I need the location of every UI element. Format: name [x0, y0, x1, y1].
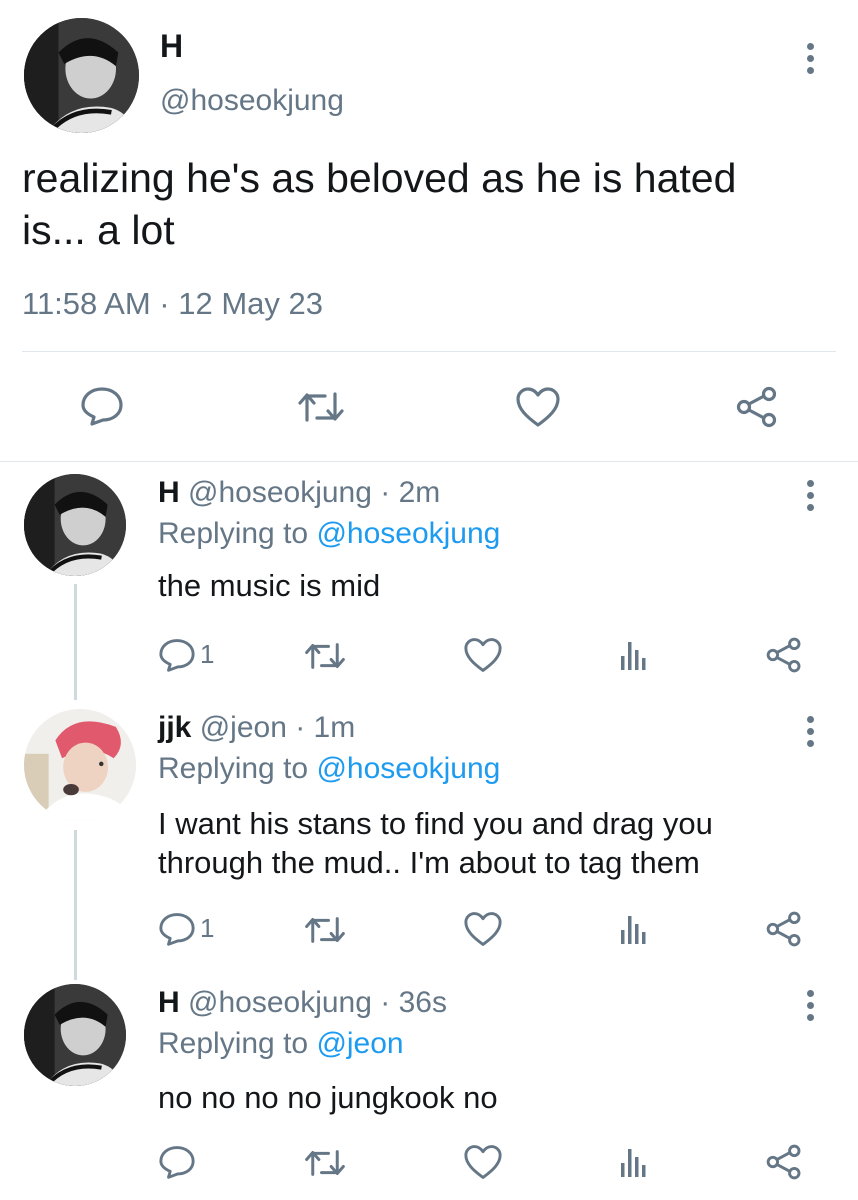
- replying-to-line: Replying to @hoseokjung: [158, 752, 500, 786]
- share-icon[interactable]: [735, 386, 779, 428]
- reply-handle[interactable]: @hoseokjung: [188, 476, 372, 509]
- retweet-icon[interactable]: [304, 914, 346, 946]
- reply-avatar[interactable]: [24, 709, 136, 821]
- reply-handle[interactable]: @jeon: [200, 711, 287, 744]
- analytics-bars-icon[interactable]: [619, 1145, 649, 1179]
- heart-icon[interactable]: [515, 386, 561, 428]
- more-vertical-icon[interactable]: [800, 43, 820, 74]
- main-display-name[interactable]: H: [160, 28, 183, 65]
- reply-handle[interactable]: @hoseokjung: [188, 986, 372, 1019]
- replying-to-link[interactable]: @hoseokjung: [316, 517, 500, 550]
- thread-line: [74, 830, 77, 980]
- reply-header: jjk @jeon · 1m: [158, 711, 355, 745]
- reply-display-name[interactable]: jjk: [158, 711, 191, 744]
- reply-count: 1: [200, 913, 215, 943]
- share-icon[interactable]: [765, 911, 803, 947]
- replying-to-link[interactable]: @hoseokjung: [316, 752, 500, 785]
- comment-bubble-icon[interactable]: [158, 638, 196, 672]
- analytics-bars-icon[interactable]: [619, 638, 649, 672]
- reply-display-name[interactable]: H: [158, 476, 180, 509]
- main-tweet-text-line-2: is... a lot: [22, 207, 175, 253]
- analytics-bars-icon[interactable]: [619, 912, 649, 946]
- replying-to-label: Replying to: [158, 752, 309, 785]
- more-vertical-icon[interactable]: [800, 480, 820, 511]
- replying-to-label: Replying to: [158, 1027, 309, 1060]
- reply-header: H @hoseokjung · 36s: [158, 986, 447, 1020]
- heart-icon[interactable]: [463, 911, 503, 947]
- reply-display-name[interactable]: H: [158, 986, 180, 1019]
- reply-time[interactable]: · 2m: [380, 476, 440, 509]
- replying-to-line: Replying to @jeon: [158, 1027, 404, 1061]
- divider: [22, 351, 836, 352]
- reply-text-line-2: through the mud.. I'm about to tag them: [158, 845, 700, 880]
- main-avatar[interactable]: [24, 18, 139, 133]
- divider: [0, 461, 858, 462]
- heart-icon[interactable]: [463, 1144, 503, 1180]
- main-timestamp[interactable]: 11:58 AM · 12 May 23: [22, 286, 323, 322]
- more-vertical-icon[interactable]: [800, 990, 820, 1021]
- retweet-icon[interactable]: [297, 389, 345, 425]
- retweet-icon[interactable]: [304, 640, 346, 672]
- heart-icon[interactable]: [463, 637, 503, 673]
- comment-bubble-icon[interactable]: [158, 912, 196, 946]
- thread-line: [74, 584, 77, 700]
- comment-bubble-icon[interactable]: [158, 1145, 196, 1179]
- reply-header: H @hoseokjung · 2m: [158, 476, 440, 510]
- reply-text-line-1: no no no no jungkook no: [158, 1080, 498, 1115]
- reply-avatar[interactable]: [24, 474, 126, 576]
- share-icon[interactable]: [765, 637, 803, 673]
- reply-time[interactable]: · 36s: [380, 986, 447, 1019]
- replying-to-label: Replying to: [158, 517, 309, 550]
- retweet-icon[interactable]: [304, 1147, 346, 1179]
- main-handle[interactable]: @hoseokjung: [160, 84, 344, 118]
- comment-bubble-icon[interactable]: [80, 386, 124, 426]
- reply-avatar[interactable]: [24, 984, 126, 1086]
- reply-count: 1: [200, 639, 215, 669]
- main-tweet-text-line-1: realizing he's as beloved as he is hated: [22, 155, 737, 201]
- share-icon[interactable]: [765, 1144, 803, 1180]
- reply-time[interactable]: · 1m: [295, 711, 355, 744]
- replying-to-line: Replying to @hoseokjung: [158, 517, 500, 551]
- replying-to-link[interactable]: @jeon: [316, 1027, 403, 1060]
- reply-text-line-1: I want his stans to find you and drag yo…: [158, 806, 713, 841]
- reply-text-line-1: the music is mid: [158, 568, 381, 603]
- more-vertical-icon[interactable]: [800, 716, 820, 747]
